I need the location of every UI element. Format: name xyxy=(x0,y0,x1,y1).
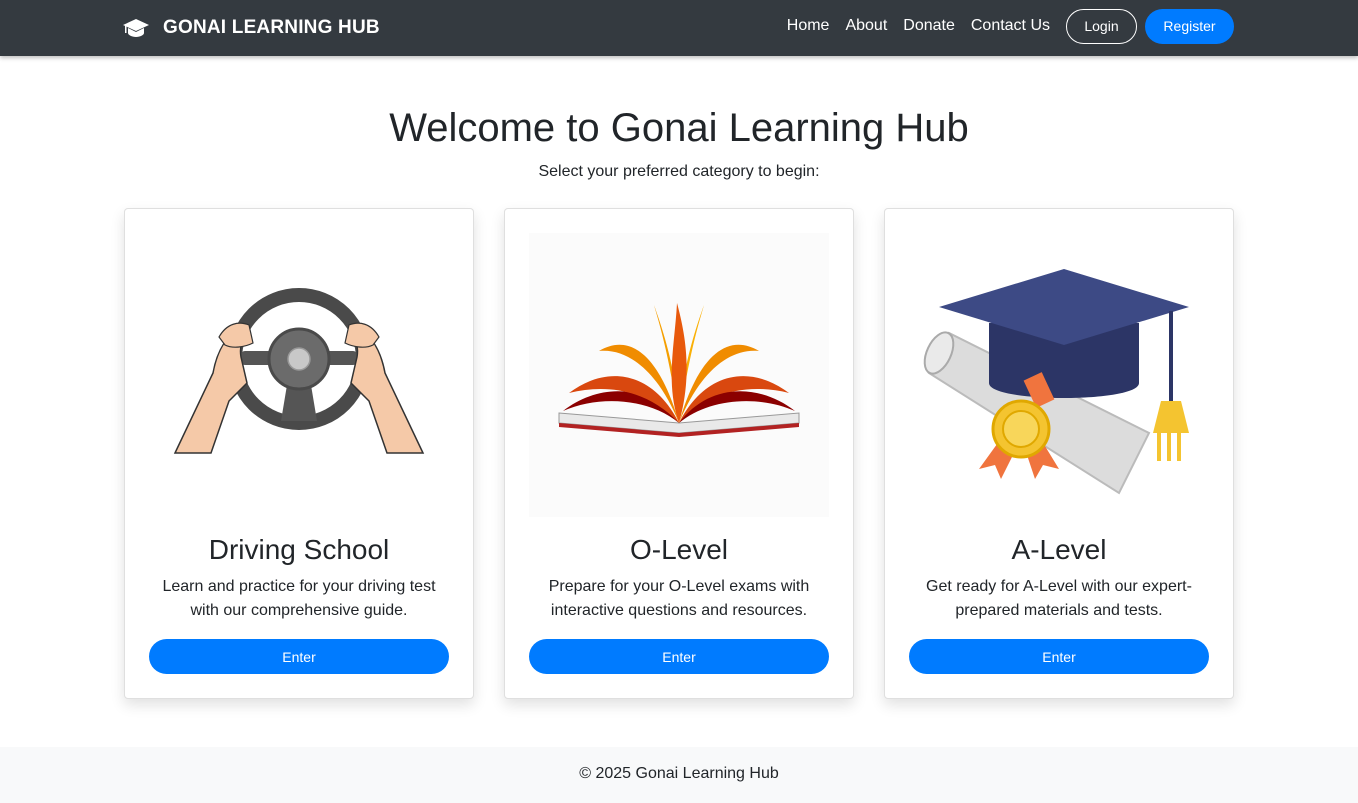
steering-wheel-illustration xyxy=(173,288,425,454)
enter-driving-school-button[interactable]: Enter xyxy=(149,639,449,674)
card-image xyxy=(529,233,829,517)
nav-donate-link[interactable]: Donate xyxy=(903,17,955,35)
footer: © 2025 Gonai Learning Hub xyxy=(0,747,1358,803)
enter-a-level-button[interactable]: Enter xyxy=(909,639,1209,674)
open-book-illustration xyxy=(558,303,800,437)
page-title: Welcome to Gonai Learning Hub xyxy=(389,106,969,150)
card-title: Driving School xyxy=(208,534,390,565)
card-title: O-Level xyxy=(629,534,729,565)
card-description: Prepare for your O-Level exams with inte… xyxy=(548,578,810,619)
card-description: Learn and practice for your driving test… xyxy=(162,578,436,619)
nav-links: Home About Donate Contact Us Login Regis… xyxy=(787,8,1234,44)
enter-o-level-button[interactable]: Enter xyxy=(529,639,829,674)
card-image xyxy=(149,233,449,517)
footer-copyright: © 2025 Gonai Learning Hub xyxy=(579,765,779,782)
card-o-level: O-Level Prepare for your O-Level exams w… xyxy=(504,208,854,699)
brand-name: GONAI LEARNING HUB xyxy=(163,17,380,38)
graduation-cap-icon xyxy=(123,19,149,37)
login-button[interactable]: Login xyxy=(1066,8,1137,44)
page-subtitle: Select your preferred category to begin: xyxy=(538,163,820,180)
graduation-cap-diploma-illustration xyxy=(923,269,1189,495)
card-description: Get ready for A-Level with our expert-pr… xyxy=(926,578,1192,619)
nav-home-link[interactable]: Home xyxy=(787,17,830,35)
card-driving-school: Driving School Learn and practice for yo… xyxy=(124,208,474,699)
brand-link[interactable]: GONAI LEARNING HUB xyxy=(123,14,380,42)
card-a-level: A-Level Get ready for A-Level with our e… xyxy=(884,208,1234,699)
navbar: GONAI LEARNING HUB Home About Donate Con… xyxy=(0,0,1358,56)
card-image xyxy=(909,233,1209,517)
card-title: A-Level xyxy=(1011,534,1107,565)
register-button[interactable]: Register xyxy=(1145,8,1234,44)
nav-contact-link[interactable]: Contact Us xyxy=(971,17,1050,35)
nav-about-link[interactable]: About xyxy=(845,17,887,35)
